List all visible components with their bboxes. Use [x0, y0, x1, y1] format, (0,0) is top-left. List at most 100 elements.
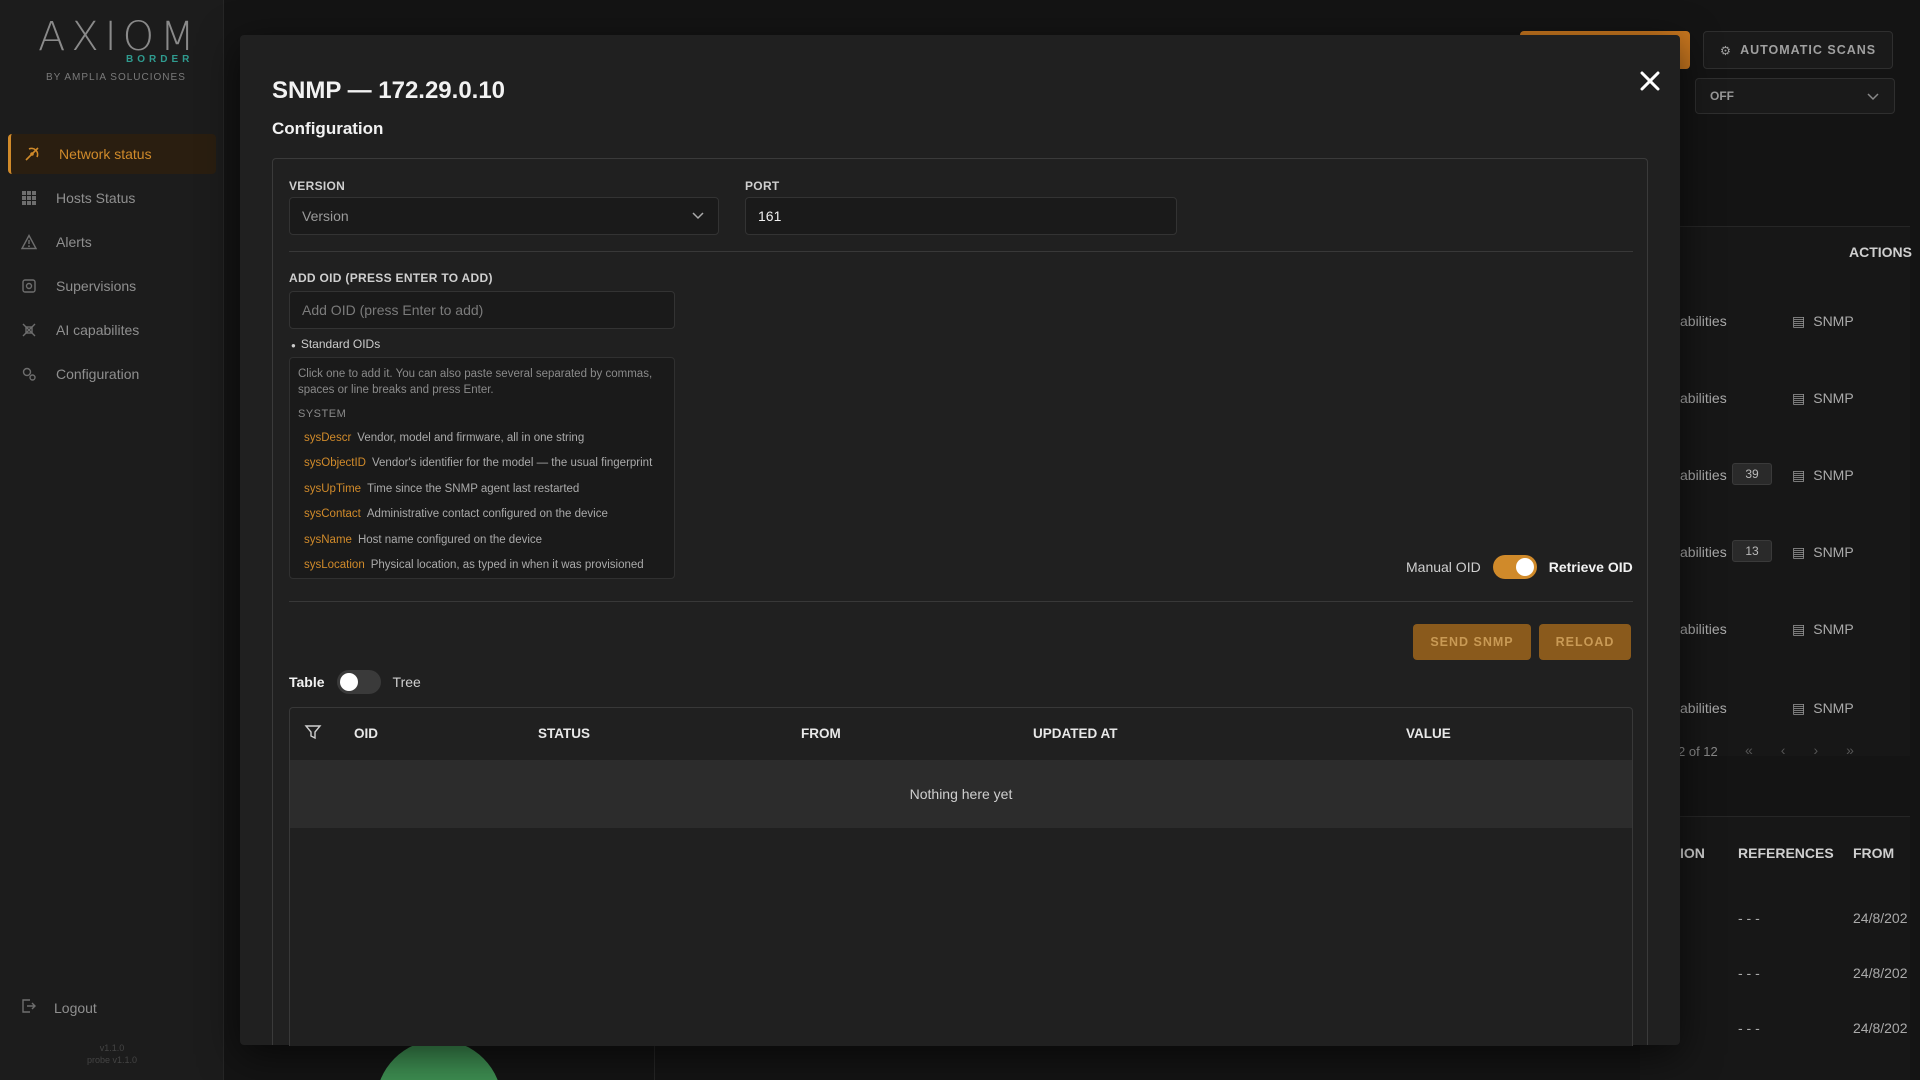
capabilities-cell: abilities [1680, 621, 1727, 637]
table-row: abilities ▤ SNMP [1680, 694, 1920, 724]
reference-cell: - - - [1738, 1020, 1760, 1036]
sidebar-item-label: Configuration [56, 366, 140, 382]
column-value[interactable]: VALUE [1406, 726, 1451, 741]
standard-oids-toggle[interactable]: ● Standard OIDs [291, 337, 380, 351]
sidebar-item-network-status[interactable]: Network status [8, 134, 216, 174]
database-icon: ▤ [1792, 390, 1806, 406]
snmp-action[interactable]: ▤ SNMP [1792, 467, 1854, 484]
scans-icon: ⚙ [1719, 43, 1733, 58]
manual-oid-label: Manual OID [1406, 559, 1481, 575]
table-row: abilities 39 ▤ SNMP [1680, 461, 1920, 491]
divider [289, 251, 1633, 252]
add-oid-label: ADD OID (PRESS ENTER TO ADD) [289, 271, 493, 285]
snmp-action-label: SNMP [1813, 700, 1854, 716]
std-oid-item[interactable]: sysObjectID Vendor's identifier for the m… [304, 457, 652, 469]
actions-header: ACTIONS [1849, 244, 1912, 260]
column-updated-at[interactable]: UPDATED AT [1033, 726, 1118, 741]
database-icon: ▤ [1792, 621, 1806, 637]
modal-subtitle: Configuration [272, 119, 384, 138]
std-oid-item[interactable]: sysLocation Physical location, as typed i… [304, 559, 644, 571]
app-version: v1.1.0 [99, 1043, 125, 1053]
snmp-action-label: SNMP [1813, 544, 1854, 560]
oid-name: sysDescr [304, 432, 352, 444]
grid-icon [20, 189, 38, 207]
oid-desc: Vendor, model and firmware, all in one s… [357, 432, 585, 444]
snmp-action[interactable]: ▤ SNMP [1792, 313, 1854, 330]
off-value: OFF [1710, 89, 1734, 103]
automatic-scans-button[interactable]: ⚙ AUTOMATIC SCANS [1703, 31, 1893, 69]
chevron-down-icon [690, 207, 706, 226]
snmp-action[interactable]: ▤ SNMP [1792, 621, 1854, 638]
std-oid-item[interactable]: sysName Host name configured on the devic… [304, 534, 542, 546]
from-cell: 24/8/202 [1853, 1020, 1908, 1036]
table-row: abilities ▤ SNMP [1680, 384, 1920, 414]
oid-mode-toggle[interactable] [1492, 555, 1537, 579]
snmp-action-label: SNMP [1813, 621, 1854, 637]
oid-mode-toggle-row: Manual OID Retrieve OID [1406, 555, 1633, 579]
column-oid[interactable]: OID [354, 726, 378, 741]
logout-button[interactable]: Logout [20, 998, 97, 1017]
database-icon: ▤ [1792, 467, 1806, 483]
warning-icon [20, 233, 38, 251]
oid-desc: Vendor's identifier for the model — the … [372, 457, 653, 469]
snmp-action-label: SNMP [1813, 467, 1854, 483]
column-from[interactable]: FROM [801, 726, 841, 741]
std-oid-item[interactable]: sysDescr Vendor, model and firmware, all … [304, 432, 584, 444]
snmp-action[interactable]: ▤ SNMP [1792, 390, 1854, 407]
table-row: abilities 13 ▤ SNMP [1680, 538, 1920, 568]
std-oid-item[interactable]: sysUpTime Time since the SNMP agent last … [304, 483, 579, 495]
column-status[interactable]: STATUS [538, 726, 590, 741]
ai-icon [20, 321, 38, 339]
standard-oids-help: Click one to add it. You can also paste … [298, 368, 653, 396]
sidebar-item-configuration[interactable]: Configuration [8, 354, 216, 394]
version-label: VERSION [289, 179, 346, 193]
configuration-panel: VERSION Version PORT 161 ADD OID (PRESS … [272, 158, 1648, 1046]
table-row: abilities ▤ SNMP [1680, 307, 1920, 337]
pagination-text: 2 of 12 [1678, 744, 1718, 759]
reload-button[interactable]: RELOAD [1539, 624, 1631, 660]
table-view-label: Table [289, 674, 325, 690]
tree-view-label: Tree [392, 674, 421, 690]
send-snmp-button[interactable]: SEND SNMP [1413, 624, 1531, 660]
auto-scan-select[interactable]: OFF [1695, 78, 1895, 114]
version-info: v1.1.0 probe v1.1.0 [0, 1042, 224, 1066]
sidebar-item-hosts-status[interactable]: Hosts Status [8, 178, 216, 218]
reference-cell: - - - [1738, 910, 1760, 926]
standard-group-title: SYSTEM [298, 408, 347, 420]
oid-name: sysLocation [304, 559, 365, 571]
table-row: abilities ▤ SNMP [1680, 615, 1920, 645]
pagination-arrows[interactable]: «‹›» [1745, 742, 1882, 758]
sidebar-item-label: Supervisions [56, 278, 137, 294]
close-icon[interactable] [1632, 65, 1668, 101]
filter-icon[interactable] [304, 723, 322, 744]
port-input[interactable]: 161 [745, 197, 1177, 235]
oid-name: sysName [304, 534, 352, 546]
sidebar-item-label: Alerts [56, 234, 92, 250]
chevron-down-icon [1866, 89, 1880, 106]
divider [289, 601, 1633, 602]
sidebar-nav: Network status Hosts Status Alerts Super… [8, 134, 216, 398]
sidebar-item-alerts[interactable]: Alerts [8, 222, 216, 262]
snmp-modal: SNMP — 172.29.0.10 Configuration VERSION… [240, 35, 1680, 1046]
snmp-action[interactable]: ▤ SNMP [1792, 700, 1854, 717]
sidebar-item-ai-capabilites[interactable]: AI capabilites [8, 310, 216, 350]
database-icon: ▤ [1792, 544, 1806, 560]
sidebar-item-label: Hosts Status [56, 190, 136, 206]
view-toggle[interactable] [336, 670, 381, 694]
database-icon: ▤ [1792, 700, 1806, 716]
snmp-action[interactable]: ▤ SNMP [1792, 544, 1854, 561]
from-header: FROM [1853, 845, 1895, 861]
logout-label: Logout [54, 999, 97, 1016]
scans-label: AUTOMATIC SCANS [1740, 43, 1877, 57]
logo: AXIOM BORDER BY AMPLIA SOLUCIONES [38, 14, 195, 86]
network-icon [23, 145, 41, 163]
version-select[interactable]: Version [289, 197, 719, 235]
standard-oids-label: Standard OIDs [300, 337, 381, 351]
std-oid-item[interactable]: sysContact Administrative contact configu… [304, 508, 608, 520]
oid-name: sysContact [304, 508, 361, 520]
sidebar-item-supervisions[interactable]: Supervisions [8, 266, 216, 306]
add-oid-input[interactable] [289, 291, 675, 329]
logo-sub: BORDER [126, 54, 194, 65]
oid-desc: Physical location, as typed in when it w… [370, 559, 644, 571]
results-table: OID STATUS FROM UPDATED AT VALUE Nothing… [289, 707, 1633, 1046]
